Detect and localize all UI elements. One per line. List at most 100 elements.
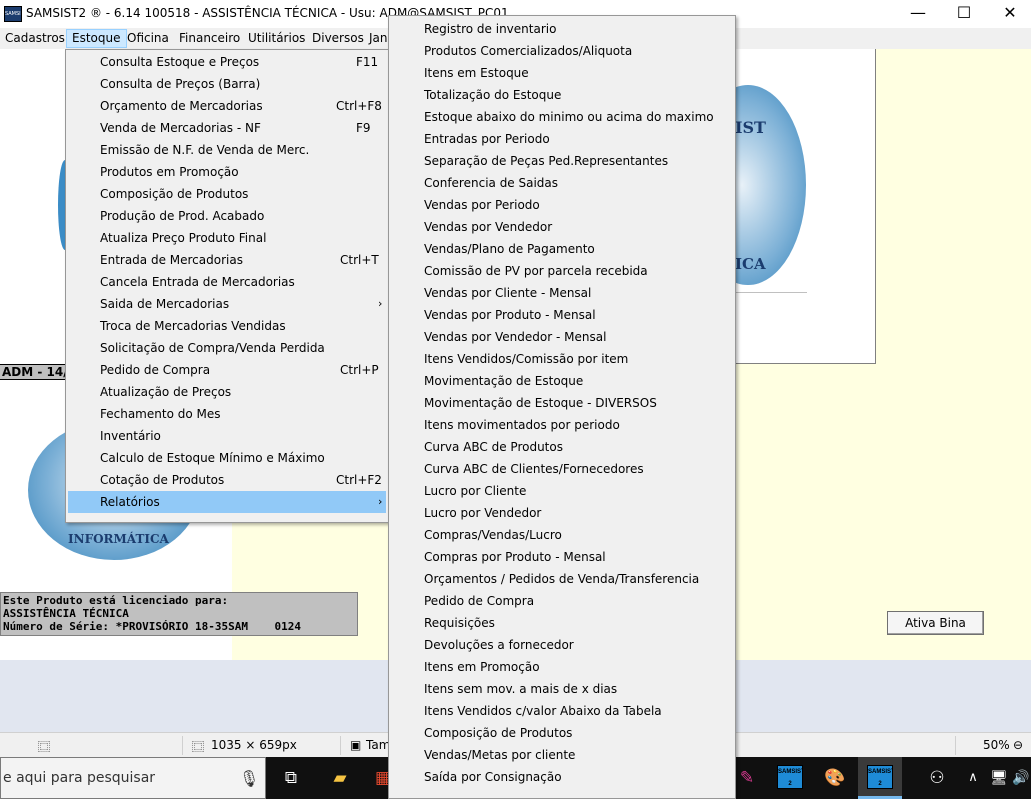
taskbar-search[interactable]: e aqui para pesquisar 🎙	[0, 757, 266, 799]
relatorios-menu-item[interactable]: Itens em Promoção	[391, 656, 733, 678]
menu-item-label: Composição de Produtos	[424, 726, 573, 740]
relatorios-menu-item[interactable]: Lucro por Cliente	[391, 480, 733, 502]
estoque-menu-item[interactable]: Produção de Prod. Acabado	[68, 205, 386, 227]
relatorios-menu-item[interactable]: Conferencia de Saidas	[391, 172, 733, 194]
menu-item-label: Compras por Produto - Mensal	[424, 550, 606, 564]
relatorios-menu-item[interactable]: Produtos Comercializados/Aliquota	[391, 40, 733, 62]
relatorios-menu-item[interactable]: Totalização do Estoque	[391, 84, 733, 106]
estoque-menu-item[interactable]: Atualização de Preços	[68, 381, 386, 403]
estoque-menu-item[interactable]: Calculo de Estoque Mínimo e Máximo	[68, 447, 386, 469]
relatorios-menu-item[interactable]: Registro de inventario	[391, 18, 733, 40]
menu-estoque[interactable]: Estoque	[66, 29, 127, 48]
menu-cadastros[interactable]: Cadastros	[0, 29, 70, 48]
estoque-menu-item[interactable]: Entrada de Mercadorias Ctrl+T	[68, 249, 386, 271]
file-size-label: Tam	[366, 738, 391, 752]
ativa-bina-button[interactable]: Ativa Bina	[887, 611, 984, 635]
estoque-menu-item[interactable]: Pedido de Compra Ctrl+P	[68, 359, 386, 381]
relatorios-menu-item[interactable]: Vendas/Plano de Pagamento	[391, 238, 733, 260]
relatorios-menu-item[interactable]: Saída por Consignação	[391, 766, 733, 788]
estoque-menu-item[interactable]: Produtos em Promoção	[68, 161, 386, 183]
estoque-menu-item[interactable]: Composição de Produtos	[68, 183, 386, 205]
relatorios-menu-item[interactable]: Compras por Produto - Mensal	[391, 546, 733, 568]
microphone-icon[interactable]: 🎙	[239, 769, 259, 789]
close-button[interactable]: ✕	[987, 0, 1031, 28]
logo-text-bottom: ICA	[735, 255, 766, 273]
relatorios-menu-item[interactable]: Compras/Vendas/Lucro	[391, 524, 733, 546]
estoque-menu-item[interactable]: Relatórios ›	[68, 491, 386, 513]
relatorios-menu-item[interactable]: Vendas por Vendedor	[391, 216, 733, 238]
file-explorer-icon[interactable]: ▰	[325, 763, 355, 793]
menu-item-label: Orçamentos / Pedidos de Venda/Transferen…	[424, 572, 700, 586]
estoque-menu-item[interactable]: Troca de Mercadorias Vendidas	[68, 315, 386, 337]
samsist-active-taskbar-icon[interactable]: SAMSIST 2	[867, 765, 893, 789]
relatorios-menu-item[interactable]: Vendas por Periodo	[391, 194, 733, 216]
menu-item-label: Venda de Mercadorias - NF	[100, 121, 261, 135]
relatorios-menu-item[interactable]: Vendas por Cliente - Mensal	[391, 282, 733, 304]
menu-oficina[interactable]: Oficina	[122, 29, 174, 48]
relatorios-menu-item[interactable]: Curva ABC de Clientes/Fornecedores	[391, 458, 733, 480]
chevron-right-icon: ›	[378, 495, 383, 508]
volume-icon[interactable]: 🔊	[1006, 763, 1031, 793]
minimize-button[interactable]: —	[895, 0, 941, 28]
relatorios-menu-item[interactable]: Vendas/Metas por cliente	[391, 744, 733, 766]
relatorios-menu-item[interactable]: Composição de Produtos	[391, 722, 733, 744]
relatorios-menu-item[interactable]: Devoluções a fornecedor	[391, 634, 733, 656]
menu-item-label: Vendas/Metas por cliente	[424, 748, 576, 762]
menu-financeiro[interactable]: Financeiro	[174, 29, 245, 48]
task-view-icon[interactable]: ⧉	[276, 763, 306, 793]
estoque-menu-item[interactable]: Emissão de N.F. de Venda de Merc.	[68, 139, 386, 161]
estoque-menu-item[interactable]: Inventário	[68, 425, 386, 447]
estoque-menu-item[interactable]: Consulta de Preços (Barra)	[68, 73, 386, 95]
samsist-taskbar-icon[interactable]: SAMSIST 2	[777, 765, 803, 789]
menu-item-label: Requisições	[424, 616, 495, 630]
menu-item-shortcut: F11	[356, 55, 379, 69]
relatorios-menu-item[interactable]: Itens Vendidos c/valor Abaixo da Tabela	[391, 700, 733, 722]
zoom-out-icon[interactable]: ⊖	[1013, 738, 1023, 752]
menu-item-label: Calculo de Estoque Mínimo e Máximo	[100, 451, 325, 465]
maximize-button[interactable]: ☐	[941, 0, 987, 28]
estoque-menu-item[interactable]: Fechamento do Mes	[68, 403, 386, 425]
relatorios-submenu: Registro de inventario Produtos Comercial…	[388, 15, 736, 799]
estoque-menu-item[interactable]: Consulta Estoque e Preços F11	[68, 51, 386, 73]
menu-utilitarios[interactable]: Utilitários	[243, 29, 310, 48]
relatorios-menu-item[interactable]: Movimentação de Estoque - DIVERSOS	[391, 392, 733, 414]
relatorios-menu-item[interactable]: Itens Vendidos/Comissão por item	[391, 348, 733, 370]
estoque-dropdown-menu: Consulta Estoque e Preços F11 Consulta de …	[65, 49, 389, 523]
menu-diversos[interactable]: Diversos	[307, 29, 369, 48]
relatorios-menu-item[interactable]: Lucro por Vendedor	[391, 502, 733, 524]
relatorios-menu-item[interactable]: Estoque abaixo do minimo ou acima do max…	[391, 106, 733, 128]
relatorios-menu-item[interactable]: Entradas por Periodo	[391, 128, 733, 150]
estoque-menu-item[interactable]: Orçamento de Mercadorias Ctrl+F8	[68, 95, 386, 117]
estoque-menu-item[interactable]: Cancela Entrada de Mercadorias	[68, 271, 386, 293]
paint-app-icon[interactable]: ✎	[732, 763, 762, 793]
search-input[interactable]: e aqui para pesquisar	[3, 770, 155, 786]
relatorios-menu-item[interactable]: Orçamentos / Pedidos de Venda/Transferen…	[391, 568, 733, 590]
relatorios-menu-item[interactable]: Pedido de Compra	[391, 590, 733, 612]
menu-item-label: Produtos em Promoção	[100, 165, 239, 179]
estoque-menu-item[interactable]: Cotação de Produtos Ctrl+F2	[68, 469, 386, 491]
estoque-menu-item[interactable]: Solicitação de Compra/Venda Perdida	[68, 337, 386, 359]
status-separator	[340, 736, 341, 755]
menu-item-label: Cotação de Produtos	[100, 473, 225, 487]
relatorios-menu-item[interactable]: Itens movimentados por periodo	[391, 414, 733, 436]
relatorios-menu-item[interactable]: Vendas por Vendedor - Mensal	[391, 326, 733, 348]
relatorios-menu-item[interactable]: Curva ABC de Produtos	[391, 436, 733, 458]
relatorios-menu-item[interactable]: Itens em Estoque	[391, 62, 733, 84]
menu-item-label: Itens em Promoção	[424, 660, 540, 674]
people-icon[interactable]: ⚇	[922, 763, 952, 793]
relatorios-menu-item[interactable]: Comissão de PV por parcela recebida	[391, 260, 733, 282]
estoque-menu-item[interactable]: Venda de Mercadorias - NF F9	[68, 117, 386, 139]
menu-item-label: Saída por Consignação	[424, 770, 562, 784]
menu-item-label: Produtos Comercializados/Aliquota	[424, 44, 633, 58]
relatorios-menu-item[interactable]: Movimentação de Estoque	[391, 370, 733, 392]
estoque-menu-item[interactable]: Saida de Mercadorias ›	[68, 293, 386, 315]
relatorios-menu-item[interactable]: Requisições	[391, 612, 733, 634]
menu-item-label: Cancela Entrada de Mercadorias	[100, 275, 295, 289]
estoque-menu-item[interactable]: Atualiza Preço Produto Final	[68, 227, 386, 249]
app-icon[interactable]: SAMSIST	[4, 6, 22, 22]
relatorios-menu-item[interactable]: Itens sem mov. a mais de x dias	[391, 678, 733, 700]
relatorios-menu-item[interactable]: Separação de Peças Ped.Representantes	[391, 150, 733, 172]
paint-palette-icon[interactable]: 🎨	[820, 763, 850, 793]
logo-small-text: INFORMÁTICA	[68, 532, 169, 546]
relatorios-menu-item[interactable]: Vendas por Produto - Mensal	[391, 304, 733, 326]
